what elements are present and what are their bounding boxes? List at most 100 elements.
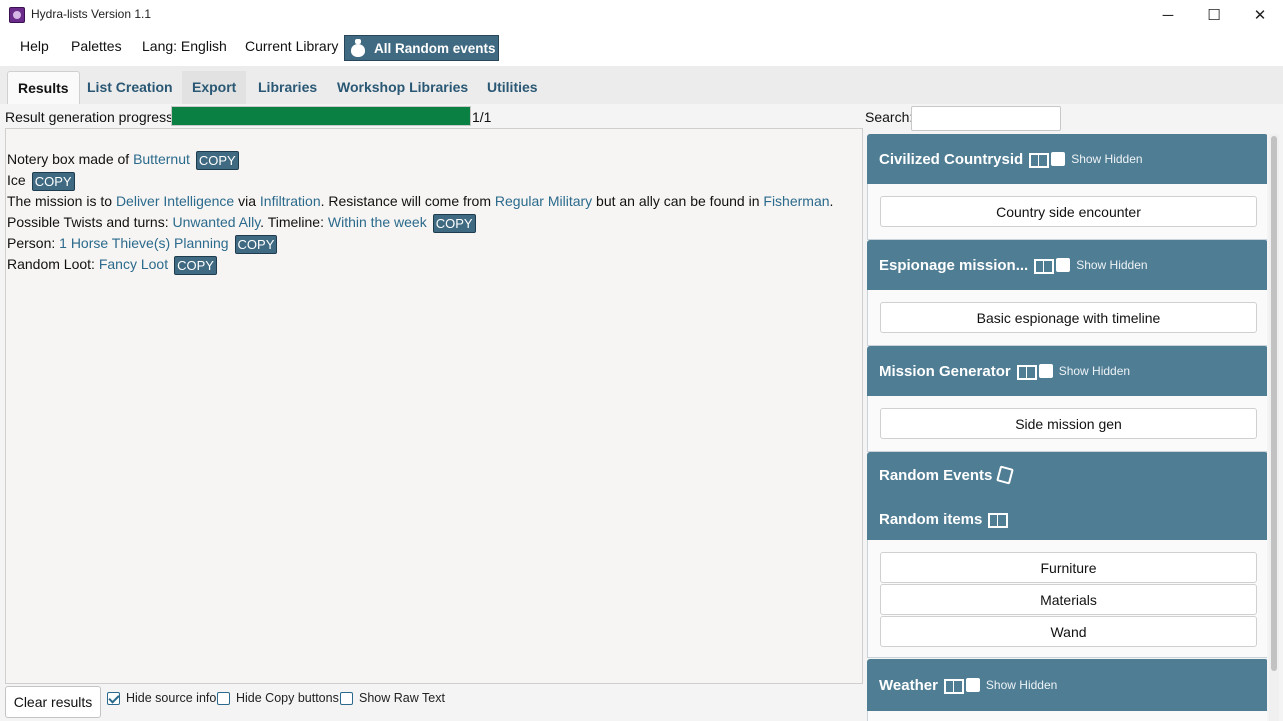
copy-button[interactable]: COPY	[432, 214, 476, 233]
result-link[interactable]: Infiltration	[260, 193, 321, 209]
checkbox-label: Show Raw Text	[359, 691, 445, 705]
checkbox-hide-copy[interactable]	[217, 691, 230, 705]
category-header[interactable]: Weather Show Hidden	[867, 659, 1267, 711]
menu-bar: Help Palettes Lang: English Current Libr…	[0, 30, 1283, 66]
book-icon[interactable]	[943, 678, 964, 694]
result-text: Notery box made of	[7, 151, 134, 168]
library-list-panel: Civilized Countrysid Show Hidden Country…	[866, 134, 1267, 721]
tab-libraries[interactable]: Libraries	[248, 71, 327, 104]
checkbox-label: Hide source info	[126, 691, 217, 705]
window-title: Hydra-lists Version 1.1	[31, 7, 152, 21]
checkbox-hide-source[interactable]	[107, 691, 120, 705]
result-text: .	[829, 193, 834, 209]
sack-icon	[348, 38, 368, 58]
list-button[interactable]: Side mission gen	[880, 408, 1257, 439]
result-text: Ice	[7, 172, 26, 189]
result-line: Ice COPY	[7, 172, 75, 191]
result-text: The mission is to	[7, 193, 116, 209]
show-hidden-label: Show Hidden	[1076, 258, 1148, 272]
tab-bar: Results List Creation Export Libraries W…	[0, 66, 1283, 104]
scrollbar-thumb[interactable]	[1271, 136, 1277, 671]
category-header[interactable]: Civilized Countrysid Show Hidden	[867, 134, 1267, 184]
tab-export[interactable]: Export	[182, 71, 247, 104]
note-icon[interactable]	[996, 465, 1015, 485]
minimize-button[interactable]: ─	[1145, 0, 1191, 30]
list-button[interactable]: Materials	[880, 584, 1257, 615]
progress-count: 1/1	[472, 109, 492, 125]
result-text: Person:	[7, 235, 60, 252]
clear-results-button[interactable]: Clear results	[5, 686, 101, 718]
category-title: Random Events	[879, 466, 993, 484]
result-link[interactable]: Unwanted Ally	[172, 214, 260, 230]
category-title: Mission Generator	[879, 362, 1011, 380]
list-button[interactable]: Furniture	[880, 552, 1257, 583]
category-header[interactable]: Espionage mission... Show Hidden	[867, 240, 1267, 290]
menu-current-library[interactable]: Current Library	[245, 38, 338, 54]
category-title: Weather	[879, 676, 938, 694]
results-panel[interactable]: Notery box made of Butternut COPY Ice COPY T…	[5, 128, 863, 684]
show-hidden-checkbox[interactable]	[965, 678, 980, 692]
maximize-button[interactable]: ☐	[1191, 0, 1237, 30]
category-title: Espionage mission...	[879, 256, 1029, 274]
result-link[interactable]: Within the week	[328, 214, 427, 230]
category-header[interactable]: Mission Generator Show Hidden	[867, 346, 1267, 396]
checkbox-raw-text[interactable]	[340, 691, 353, 705]
show-hidden-checkbox[interactable]	[1038, 364, 1053, 378]
search-label: Search:	[865, 109, 914, 125]
category-title: Civilized Countrysid	[879, 150, 1024, 168]
tab-workshop-libraries[interactable]: Workshop Libraries	[327, 71, 478, 104]
hide-source-info-checkbox[interactable]: Hide source info	[107, 691, 216, 705]
result-link[interactable]: Fisherman	[763, 193, 829, 209]
book-icon[interactable]	[988, 512, 1009, 528]
category-body: Basic espionage with timeline	[867, 290, 1267, 346]
progress-fill	[172, 107, 470, 125]
tab-utilities[interactable]: Utilities	[477, 71, 548, 104]
result-text: Possible Twists and turns:	[7, 214, 173, 231]
copy-button[interactable]: COPY	[31, 172, 75, 191]
result-link[interactable]: 1 Horse Thieve(s) Planning	[59, 235, 228, 251]
show-hidden-checkbox[interactable]	[1056, 258, 1071, 272]
progress-label: Result generation progress	[5, 109, 174, 125]
show-hidden-checkbox[interactable]	[1051, 152, 1066, 166]
checkbox-label: Hide Copy buttons	[236, 691, 339, 705]
result-link[interactable]: Butternut	[133, 151, 190, 167]
sidebar-scrollbar[interactable]	[1269, 134, 1279, 721]
book-icon[interactable]	[1016, 364, 1037, 380]
show-hidden-label: Show Hidden	[985, 678, 1058, 692]
current-library-button[interactable]: All Random events	[344, 35, 499, 61]
result-text: . Resistance will come from	[320, 193, 495, 209]
copy-button[interactable]: COPY	[195, 151, 239, 170]
category-body: Country side encounter	[867, 184, 1267, 240]
list-button[interactable]: Country side encounter	[880, 196, 1257, 227]
category-body	[867, 711, 1267, 721]
app-icon	[9, 7, 25, 23]
show-raw-text-checkbox[interactable]: Show Raw Text	[340, 691, 445, 705]
category-body: Side mission gen	[867, 396, 1267, 452]
progress-bar	[171, 106, 471, 126]
menu-help[interactable]: Help	[20, 38, 49, 54]
result-line: Random Loot: Fancy Loot COPY	[7, 256, 217, 275]
list-button[interactable]: Basic espionage with timeline	[880, 302, 1257, 333]
copy-button[interactable]: COPY	[234, 235, 278, 254]
book-icon[interactable]	[1034, 258, 1055, 274]
search-input[interactable]	[911, 106, 1061, 131]
result-link[interactable]: Fancy Loot	[99, 256, 168, 272]
category-header[interactable]: Random Events	[867, 452, 1267, 498]
result-link[interactable]: Regular Military	[495, 193, 592, 209]
hide-copy-buttons-checkbox[interactable]: Hide Copy buttons	[217, 691, 339, 705]
tab-results[interactable]: Results	[7, 71, 80, 104]
tab-list-creation[interactable]: List Creation	[77, 71, 183, 104]
menu-language[interactable]: Lang: English	[142, 38, 227, 54]
result-line: The mission is to Deliver Intelligence v…	[7, 193, 833, 209]
result-line: Notery box made of Butternut COPY	[7, 151, 239, 170]
result-link[interactable]: Deliver Intelligence	[116, 193, 234, 209]
current-library-label: All Random events	[374, 40, 496, 56]
category-header[interactable]: Random items	[867, 498, 1267, 540]
copy-button[interactable]: COPY	[174, 256, 217, 275]
list-button[interactable]: Wand	[880, 616, 1257, 647]
result-text: via	[234, 193, 260, 209]
book-icon[interactable]	[1029, 152, 1050, 168]
close-button[interactable]: ✕	[1237, 0, 1283, 30]
menu-palettes[interactable]: Palettes	[71, 38, 122, 54]
title-bar: Hydra-lists Version 1.1 ─ ☐ ✕	[0, 0, 1283, 30]
